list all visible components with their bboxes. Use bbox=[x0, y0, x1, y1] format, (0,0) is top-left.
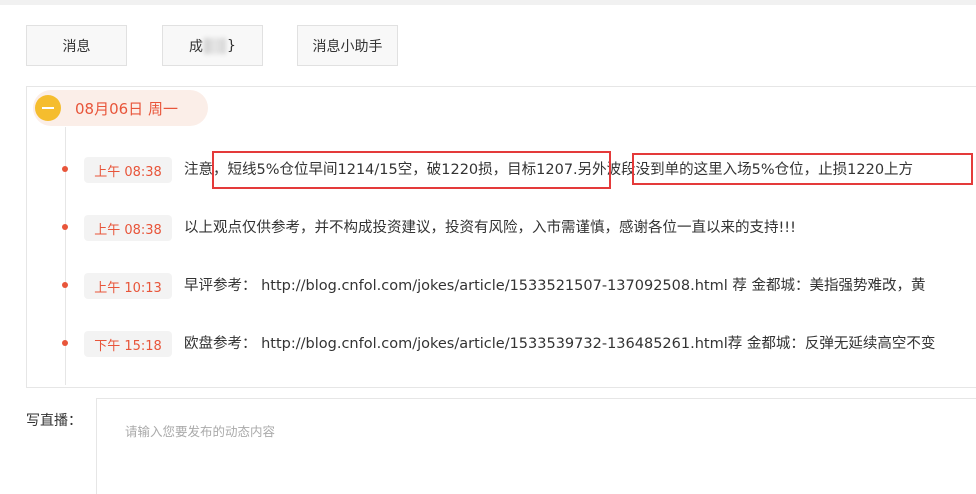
tab-messages[interactable]: 消息 bbox=[26, 25, 127, 66]
compose-input[interactable] bbox=[97, 399, 976, 494]
timeline-entry: 上午 10:13 早评参考： http://blog.cnfol.com/jok… bbox=[27, 270, 976, 300]
tab-message-assistant[interactable]: 消息小助手 bbox=[297, 25, 398, 66]
timeline-entry: 下午 15:18 欧盘参考： http://blog.cnfol.com/jok… bbox=[27, 328, 976, 358]
date-header[interactable]: 08月06日 周一 bbox=[33, 90, 208, 126]
timeline-entry: 上午 08:38 注意，短线5%仓位早间1214/15空，破1220损，目标12… bbox=[27, 154, 976, 184]
bullet-icon bbox=[62, 282, 68, 288]
message-text: 以上观点仅供参考，并不构成投资建议，投资有风险，入市需谨慎，感谢各位一直以来的支… bbox=[184, 220, 796, 236]
bullet-icon bbox=[62, 340, 68, 346]
time-badge: 下午 15:18 bbox=[84, 331, 172, 357]
time-badge: 上午 10:13 bbox=[84, 273, 172, 299]
message-text: 欧盘参考： http://blog.cnfol.com/jokes/articl… bbox=[184, 336, 936, 352]
collapse-icon[interactable] bbox=[35, 95, 61, 121]
message-text: 早评参考： http://blog.cnfol.com/jokes/articl… bbox=[184, 278, 926, 294]
top-strip bbox=[0, 0, 976, 5]
date-label: 08月06日 周一 bbox=[75, 99, 178, 118]
time-badge: 上午 08:38 bbox=[84, 215, 172, 241]
tab-messages-label: 消息 bbox=[62, 38, 91, 55]
tab-message-assistant-label: 消息小助手 bbox=[312, 38, 383, 55]
tab-blurred-label-suffix: } bbox=[227, 37, 236, 54]
compose-label: 写直播： bbox=[26, 413, 82, 429]
compose-box bbox=[96, 398, 976, 494]
bullet-icon bbox=[62, 166, 68, 172]
time-badge: 上午 08:38 bbox=[84, 157, 172, 183]
timeline-entry: 上午 08:38 以上观点仅供参考，并不构成投资建议，投资有风险，入市需谨慎，感… bbox=[27, 212, 976, 242]
blurred-text bbox=[204, 37, 227, 54]
bullet-icon bbox=[62, 224, 68, 230]
message-text: 注意，短线5%仓位早间1214/15空，破1220损，目标1207.另外波段没到… bbox=[184, 162, 914, 178]
tab-blurred-label-prefix: 成 bbox=[189, 38, 204, 55]
timeline-panel: 08月06日 周一 上午 08:38 注意，短线5%仓位早间1214/15空，破… bbox=[26, 86, 976, 388]
tab-blurred[interactable]: 成 } bbox=[162, 25, 263, 66]
